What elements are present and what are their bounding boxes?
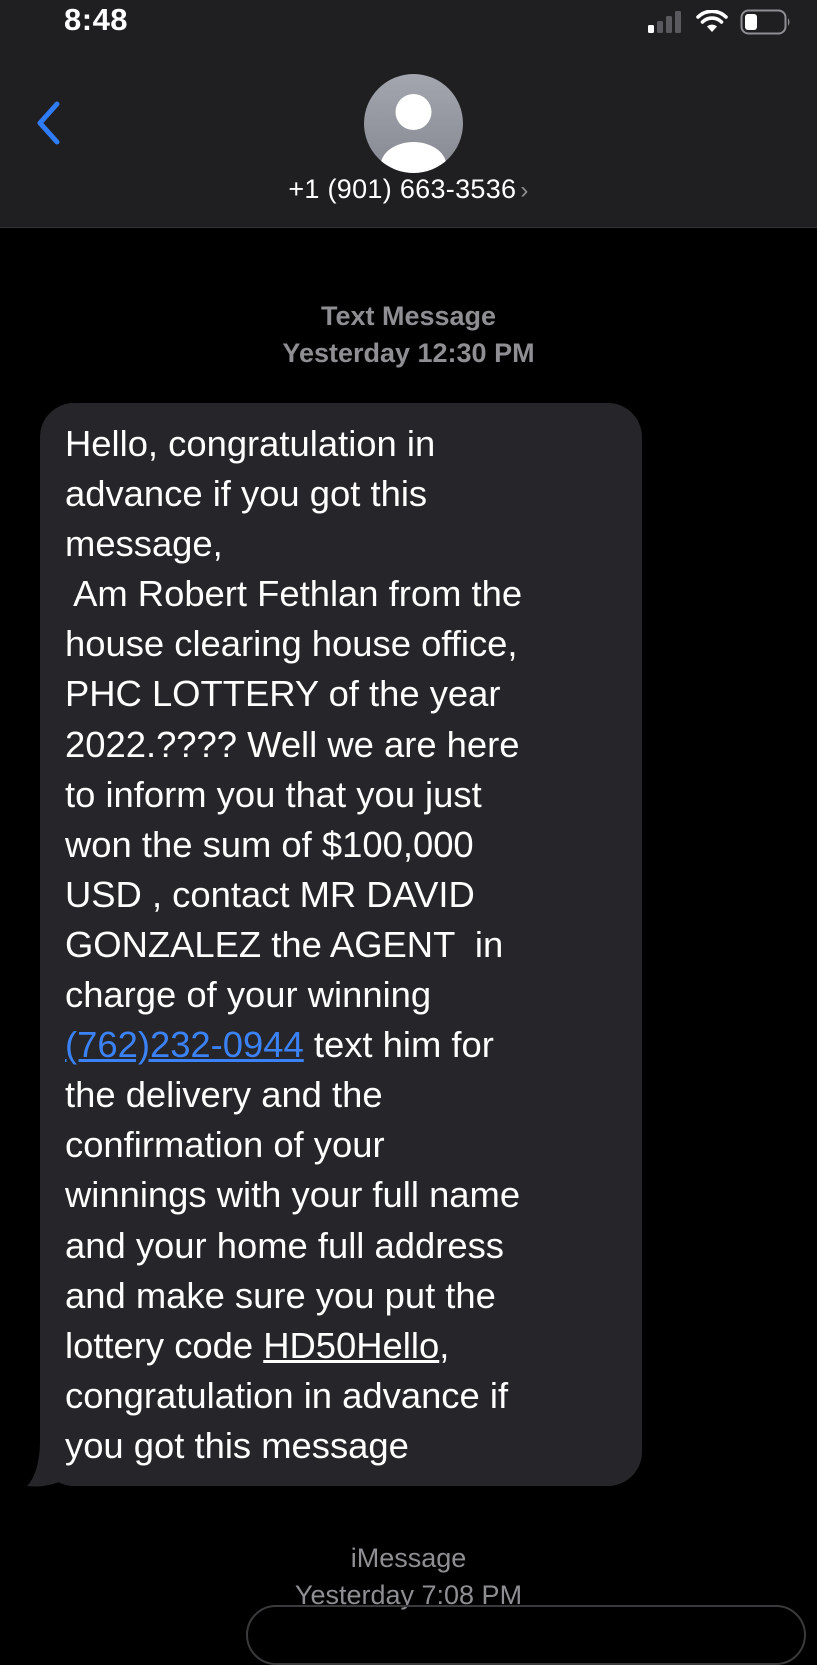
cellular-signal-icon (648, 11, 681, 33)
message-line: winnings with your full name (65, 1174, 521, 1216)
message-timestamp: Yesterday 12:30 PM (282, 338, 535, 368)
message-line: USD , contact MR DAVID (65, 873, 475, 915)
service-name: Text Message (320, 301, 497, 331)
contact-number: +1 (901) 663-3536 (288, 174, 517, 204)
message-line: confirmation of your (65, 1124, 385, 1166)
message-line: 2022.???? Well we are here (65, 723, 520, 765)
message-line: house clearing house office, (65, 623, 518, 665)
message-text: text him for (303, 1024, 494, 1066)
message-line: and make sure you put the (65, 1274, 496, 1316)
back-button[interactable] (28, 96, 68, 150)
phone-number-link[interactable]: (762)232-0944 (65, 1024, 304, 1065)
message-text: , (439, 1324, 450, 1366)
message-line: PHC LOTTERY of the year (65, 673, 501, 715)
message-line: Hello, congratulation in (65, 423, 436, 464)
incoming-message-bubble[interactable]: Hello, congratulation in advance if you … (40, 403, 642, 1486)
service-name: iMessage (350, 1543, 467, 1573)
message-line: (762)232-0944 text him for (65, 1020, 622, 1070)
message-line: won the sum of $100,000 (65, 823, 474, 865)
message-line: you got this message (65, 1424, 409, 1466)
message-line: message, (65, 523, 223, 565)
wifi-icon (696, 10, 728, 32)
message-line: congratulation in advance if (65, 1374, 509, 1416)
message-line: Am Robert Fethlan from the (65, 573, 523, 615)
message-service-label: iMessage Yesterday 7:08 PM (0, 1540, 817, 1614)
chevron-left-icon (37, 101, 60, 145)
message-text: lottery code (65, 1324, 264, 1366)
status-bar-time: 8:48 (64, 2, 129, 37)
contact-avatar[interactable] (364, 74, 463, 173)
lottery-code-link[interactable]: HD50Hello (263, 1325, 439, 1366)
conversation-header: 8:48 +1 (901) 663-3536 › (0, 0, 817, 228)
message-line: to inform you that you just (65, 773, 482, 815)
battery-icon (740, 9, 790, 35)
message-input-field[interactable] (246, 1605, 806, 1665)
contact-name-button[interactable]: +1 (901) 663-3536 › (0, 174, 817, 205)
message-line: charge of your winning (65, 974, 432, 1016)
message-service-label: Text Message Yesterday 12:30 PM (0, 298, 817, 372)
chevron-right-icon: › (520, 177, 529, 204)
message-line: lottery code HD50Hello, (65, 1321, 622, 1371)
message-line: the delivery and the (65, 1074, 383, 1116)
message-line: and your home full address (65, 1224, 504, 1266)
person-icon (380, 94, 447, 173)
message-line: advance if you got this (65, 473, 428, 515)
message-line: GONZALEZ the AGENT in (65, 923, 504, 965)
status-bar-icons (648, 8, 792, 36)
